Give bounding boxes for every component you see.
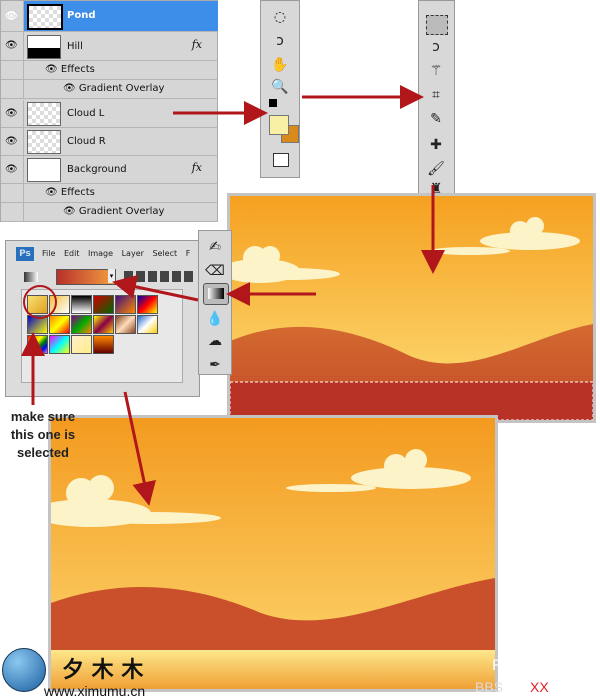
watermark-url: www.ximumu.cn [44, 683, 146, 699]
site-logo-icon [2, 648, 46, 692]
arrow [112, 275, 199, 302]
arrows-overlay [21, 85, 445, 506]
watermark-xx: XX [530, 679, 549, 695]
arrow [123, 391, 156, 506]
watermark-bbs: BBS [475, 679, 504, 695]
watermark-p: P [492, 658, 501, 674]
watermark-chinese: 夕 木 木 [62, 657, 144, 683]
